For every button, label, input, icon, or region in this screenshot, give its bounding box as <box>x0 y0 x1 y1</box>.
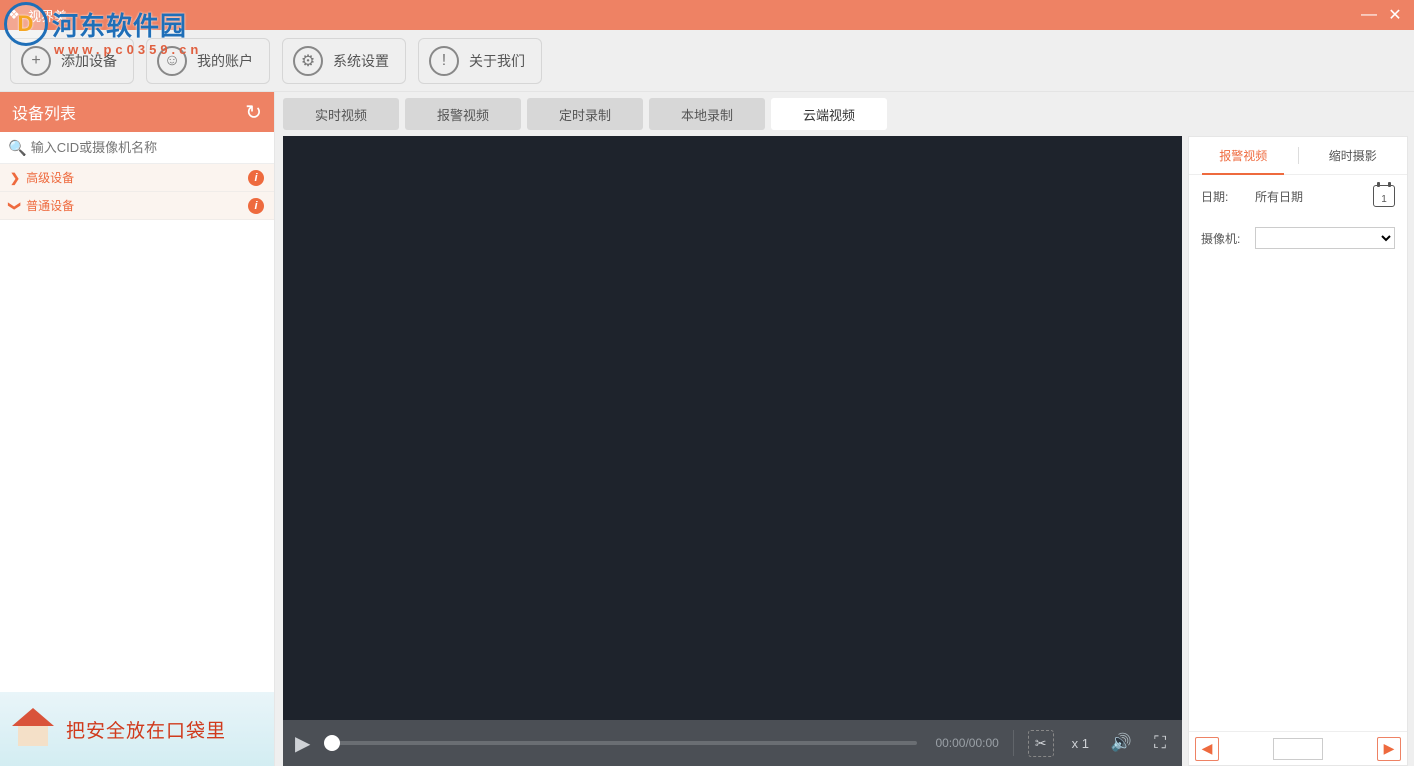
date-label: 日期: <box>1201 188 1245 205</box>
info-icon: ! <box>429 46 459 76</box>
right-panel-tabs: 报警视频 缩时摄影 <box>1189 137 1407 175</box>
my-account-label: 我的账户 <box>197 51 253 71</box>
rtab-timelapse[interactable]: 缩时摄影 <box>1299 137 1408 174</box>
search-input[interactable] <box>31 140 270 155</box>
speed-button[interactable]: x 1 <box>1068 736 1093 751</box>
video-stage[interactable] <box>283 136 1182 720</box>
sidebar-search: 🔍 <box>0 132 274 164</box>
tab-realtime[interactable]: 实时视频 <box>283 98 399 130</box>
rtab-alert-video[interactable]: 报警视频 <box>1189 137 1298 174</box>
promo-text: 把安全放在口袋里 <box>66 716 226 743</box>
right-panel-nav: ◀ ▶ <box>1189 731 1407 765</box>
camera-row: 摄像机: <box>1189 217 1407 259</box>
calendar-icon[interactable]: 1 <box>1373 185 1395 207</box>
scissors-icon: ✂ <box>1035 735 1047 751</box>
video-tabs: 实时视频 报警视频 定时录制 本地录制 云端视频 <box>283 98 1408 130</box>
add-device-button[interactable]: + 添加设备 <box>10 38 134 84</box>
search-icon: 🔍 <box>8 139 27 157</box>
camera-label: 摄像机: <box>1201 230 1245 247</box>
progress-knob[interactable] <box>324 735 340 751</box>
title-bar: ❖ 视界美 — ✕ <box>0 0 1414 30</box>
time-display: 00:00/00:00 <box>935 736 998 750</box>
minimize-button[interactable]: — <box>1356 6 1382 24</box>
tab-local[interactable]: 本地录制 <box>649 98 765 130</box>
refresh-icon[interactable]: ↻ <box>245 100 262 125</box>
device-group-advanced[interactable]: ❯ 高级设备 i <box>0 164 274 192</box>
clip-button[interactable]: ✂ <box>1028 730 1054 757</box>
about-us-button[interactable]: ! 关于我们 <box>418 38 542 84</box>
tab-cloud[interactable]: 云端视频 <box>771 98 887 130</box>
player-controls: ▶ 00:00/00:00 ✂ x 1 🔊 ⛶ <box>283 720 1182 766</box>
right-panel: 报警视频 缩时摄影 日期: 所有日期 1 摄像机: ◀ ▶ <box>1188 136 1408 766</box>
my-account-button[interactable]: ☺ 我的账户 <box>146 38 270 84</box>
chevron-right-icon: ❯ <box>10 171 20 185</box>
system-settings-label: 系统设置 <box>333 51 389 71</box>
camera-select[interactable] <box>1255 227 1395 249</box>
fullscreen-button[interactable]: ⛶ <box>1150 733 1170 753</box>
main-toolbar: + 添加设备 ☺ 我的账户 ⚙ 系统设置 ! 关于我们 <box>0 30 1414 92</box>
app-title: 视界美 <box>28 6 67 25</box>
promo-banner[interactable]: 把安全放在口袋里 <box>0 692 274 766</box>
about-us-label: 关于我们 <box>469 51 525 71</box>
volume-button[interactable]: 🔊 <box>1107 733 1136 753</box>
gear-icon: ⚙ <box>293 46 323 76</box>
sidebar-title: 设备列表 <box>12 100 76 124</box>
tab-alert[interactable]: 报警视频 <box>405 98 521 130</box>
house-icon <box>8 704 58 754</box>
progress-bar[interactable] <box>328 741 917 745</box>
page-input[interactable] <box>1273 738 1323 760</box>
device-sidebar: 设备列表 ↻ 🔍 ❯ 高级设备 i ❯ 普通设备 i 把安全放在口袋里 <box>0 92 275 766</box>
chevron-right-icon: ❯ <box>8 200 22 210</box>
date-value: 所有日期 <box>1255 188 1363 205</box>
group-info-icon[interactable]: i <box>248 198 264 214</box>
date-row: 日期: 所有日期 1 <box>1189 175 1407 217</box>
tab-scheduled[interactable]: 定时录制 <box>527 98 643 130</box>
play-button[interactable]: ▶ <box>295 731 310 756</box>
plus-icon: + <box>21 46 51 76</box>
sidebar-header: 设备列表 ↻ <box>0 92 274 132</box>
app-logo-icon: ❖ <box>6 7 22 23</box>
close-button[interactable]: ✕ <box>1382 5 1408 25</box>
group-label: 普通设备 <box>26 197 248 214</box>
device-group-normal[interactable]: ❯ 普通设备 i <box>0 192 274 220</box>
next-page-button[interactable]: ▶ <box>1377 737 1401 761</box>
system-settings-button[interactable]: ⚙ 系统设置 <box>282 38 406 84</box>
add-device-label: 添加设备 <box>61 51 117 71</box>
group-info-icon[interactable]: i <box>248 170 264 186</box>
group-label: 高级设备 <box>26 169 248 186</box>
user-icon: ☺ <box>157 46 187 76</box>
prev-page-button[interactable]: ◀ <box>1195 737 1219 761</box>
